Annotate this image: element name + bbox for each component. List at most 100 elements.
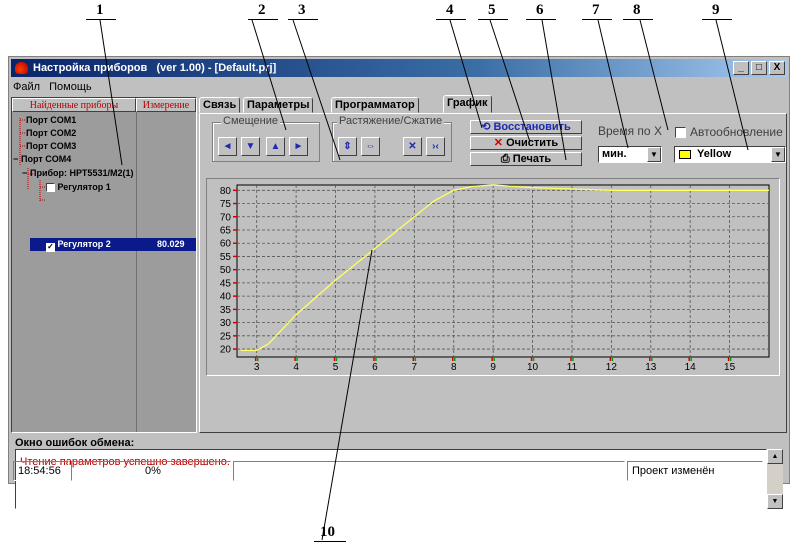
callout-label-1: 1 (96, 2, 104, 18)
tree-item-com2[interactable]: Порт COM2 (26, 128, 76, 138)
stretch-vertical-button[interactable]: ⇕ (338, 137, 357, 156)
print-button[interactable]: ⎙ Печать (470, 152, 582, 166)
scroll-down-icon[interactable]: ▼ (767, 494, 783, 509)
menu-help[interactable]: Помощь (49, 81, 92, 93)
y-tick-label: 25 (220, 331, 232, 342)
restore-button[interactable]: ⟲ Восстановить (470, 120, 582, 134)
offset-group-title: Смещение (221, 115, 281, 127)
printer-icon: ⎙ (500, 153, 510, 165)
x-tick-label: 12 (606, 362, 618, 373)
shift-left-button[interactable]: ◄ (218, 137, 237, 156)
stretch-horizontal-button[interactable]: ⇔ (361, 137, 380, 156)
time-unit-select[interactable]: мин. ▼ (598, 146, 662, 163)
callout-bar-4 (436, 19, 466, 20)
chevron-down-icon[interactable]: ▼ (771, 147, 785, 162)
app-logo-icon (15, 62, 28, 74)
chevron-down-icon[interactable]: ▼ (647, 147, 661, 162)
shift-right-button[interactable]: ► (289, 137, 308, 156)
tree-item-com4[interactable]: − Порт COM4 (13, 154, 71, 164)
tab-parameters[interactable]: Параметры (243, 97, 314, 113)
window-title: Настройка приборов (ver 1.00) - [Default… (33, 62, 277, 74)
callout-label-10: 10 (320, 524, 335, 540)
y-tick-label: 75 (220, 199, 232, 210)
x-tick-label: 13 (645, 362, 657, 373)
x-tick-label: 3 (254, 362, 260, 373)
shrink-vertical-button[interactable]: ✕ (403, 137, 422, 156)
shift-up-button[interactable]: ▲ (266, 137, 285, 156)
clear-label: Очистить (506, 137, 559, 149)
title-bar[interactable]: Настройка приборов (ver 1.00) - [Default… (11, 59, 787, 77)
y-tick-label: 35 (220, 305, 232, 316)
callout-label-4: 4 (446, 2, 454, 18)
shift-down-button[interactable]: ▼ (241, 137, 260, 156)
callout-label-3: 3 (298, 2, 306, 18)
tab-programmer[interactable]: Программатор (331, 97, 419, 113)
auto-update-checkbox[interactable] (675, 127, 686, 138)
auto-update-label: Автообновление (690, 125, 783, 139)
tab-connection[interactable]: Связь (199, 97, 241, 113)
color-value: Yellow (697, 148, 732, 160)
callout-bar-10 (314, 541, 346, 542)
shrink-horizontal-button[interactable]: ›‹ (426, 137, 445, 156)
scale-group: Растяжение/Сжатие ⇕ ⇔ ✕ ›‹ (332, 115, 452, 162)
callout-bar-2 (248, 19, 278, 20)
regulator-2-label: Регулятор 2 (57, 239, 111, 249)
menu-bar: Файл Помощь (13, 79, 98, 95)
y-tick-label: 55 (220, 252, 232, 263)
clear-icon: ✕ (493, 137, 504, 149)
print-label: Печать (512, 153, 552, 165)
restore-label: Восстановить (493, 121, 571, 133)
minimize-button[interactable]: _ (733, 61, 749, 75)
color-swatch (679, 150, 691, 159)
tree-item-regulator-1[interactable]: Регулятор 1 (46, 182, 111, 192)
x-tick-label: 8 (451, 362, 457, 373)
menu-file[interactable]: Файл (13, 81, 40, 93)
error-window-label: Окно ошибок обмена: (15, 437, 135, 449)
y-tick-label: 20 (220, 345, 232, 356)
callout-label-9: 9 (712, 2, 720, 18)
x-tick-label: 4 (293, 362, 299, 373)
y-tick-label: 45 (220, 278, 232, 289)
app-window: Настройка приборов (ver 1.00) - [Default… (8, 56, 790, 509)
clear-button[interactable]: ✕ Очистить (470, 136, 582, 150)
x-tick-label: 15 (724, 362, 736, 373)
time-axis-label: Время по X (598, 124, 662, 138)
regulator-2-value: 80.029 (157, 239, 185, 249)
status-time: 18:54:56 (13, 461, 69, 481)
tree-item-device[interactable]: − Прибор: НРТ5531/М2(1) (22, 168, 133, 178)
callout-bar-7 (582, 19, 612, 20)
x-tick-label: 14 (685, 362, 697, 373)
callout-label-2: 2 (258, 2, 266, 18)
tree-item-regulator-2[interactable]: ✓ Регулятор 2 (46, 239, 111, 252)
collapse-icon[interactable]: − (13, 154, 21, 164)
y-tick-label: 80 (220, 186, 232, 197)
y-tick-label: 60 (220, 239, 232, 250)
callout-bar-9 (702, 19, 732, 20)
x-tick-label: 9 (490, 362, 496, 373)
scale-group-title: Растяжение/Сжатие (337, 115, 445, 127)
maximize-button[interactable]: □ (751, 61, 767, 75)
regulator-1-checkbox[interactable] (46, 183, 55, 192)
callout-bar-5 (478, 19, 508, 20)
tree-item-com3[interactable]: Порт COM3 (26, 141, 76, 151)
y-tick-label: 70 (220, 212, 232, 223)
callout-bar-6 (526, 19, 556, 20)
close-button[interactable]: X (769, 61, 785, 75)
collapse-icon[interactable]: − (22, 168, 30, 178)
y-tick-label: 30 (220, 318, 232, 329)
x-tick-label: 10 (527, 362, 539, 373)
restore-icon: ⟲ (481, 121, 491, 133)
status-empty (233, 461, 625, 481)
callout-label-7: 7 (592, 2, 600, 18)
y-tick-label: 50 (220, 265, 232, 276)
tab-chart[interactable]: График (443, 95, 492, 113)
x-tick-label: 5 (333, 362, 339, 373)
callout-bar-1 (86, 19, 116, 20)
color-select[interactable]: Yellow ▼ (674, 146, 786, 163)
time-unit-value: мин. (602, 148, 627, 160)
tree-item-com1[interactable]: Порт COM1 (26, 115, 76, 125)
status-progress: 0% (71, 461, 231, 481)
status-bar: 18:54:56 0% Проект изменён (13, 461, 785, 481)
x-tick-label: 7 (412, 362, 418, 373)
regulator-2-checkbox[interactable]: ✓ (46, 243, 55, 252)
